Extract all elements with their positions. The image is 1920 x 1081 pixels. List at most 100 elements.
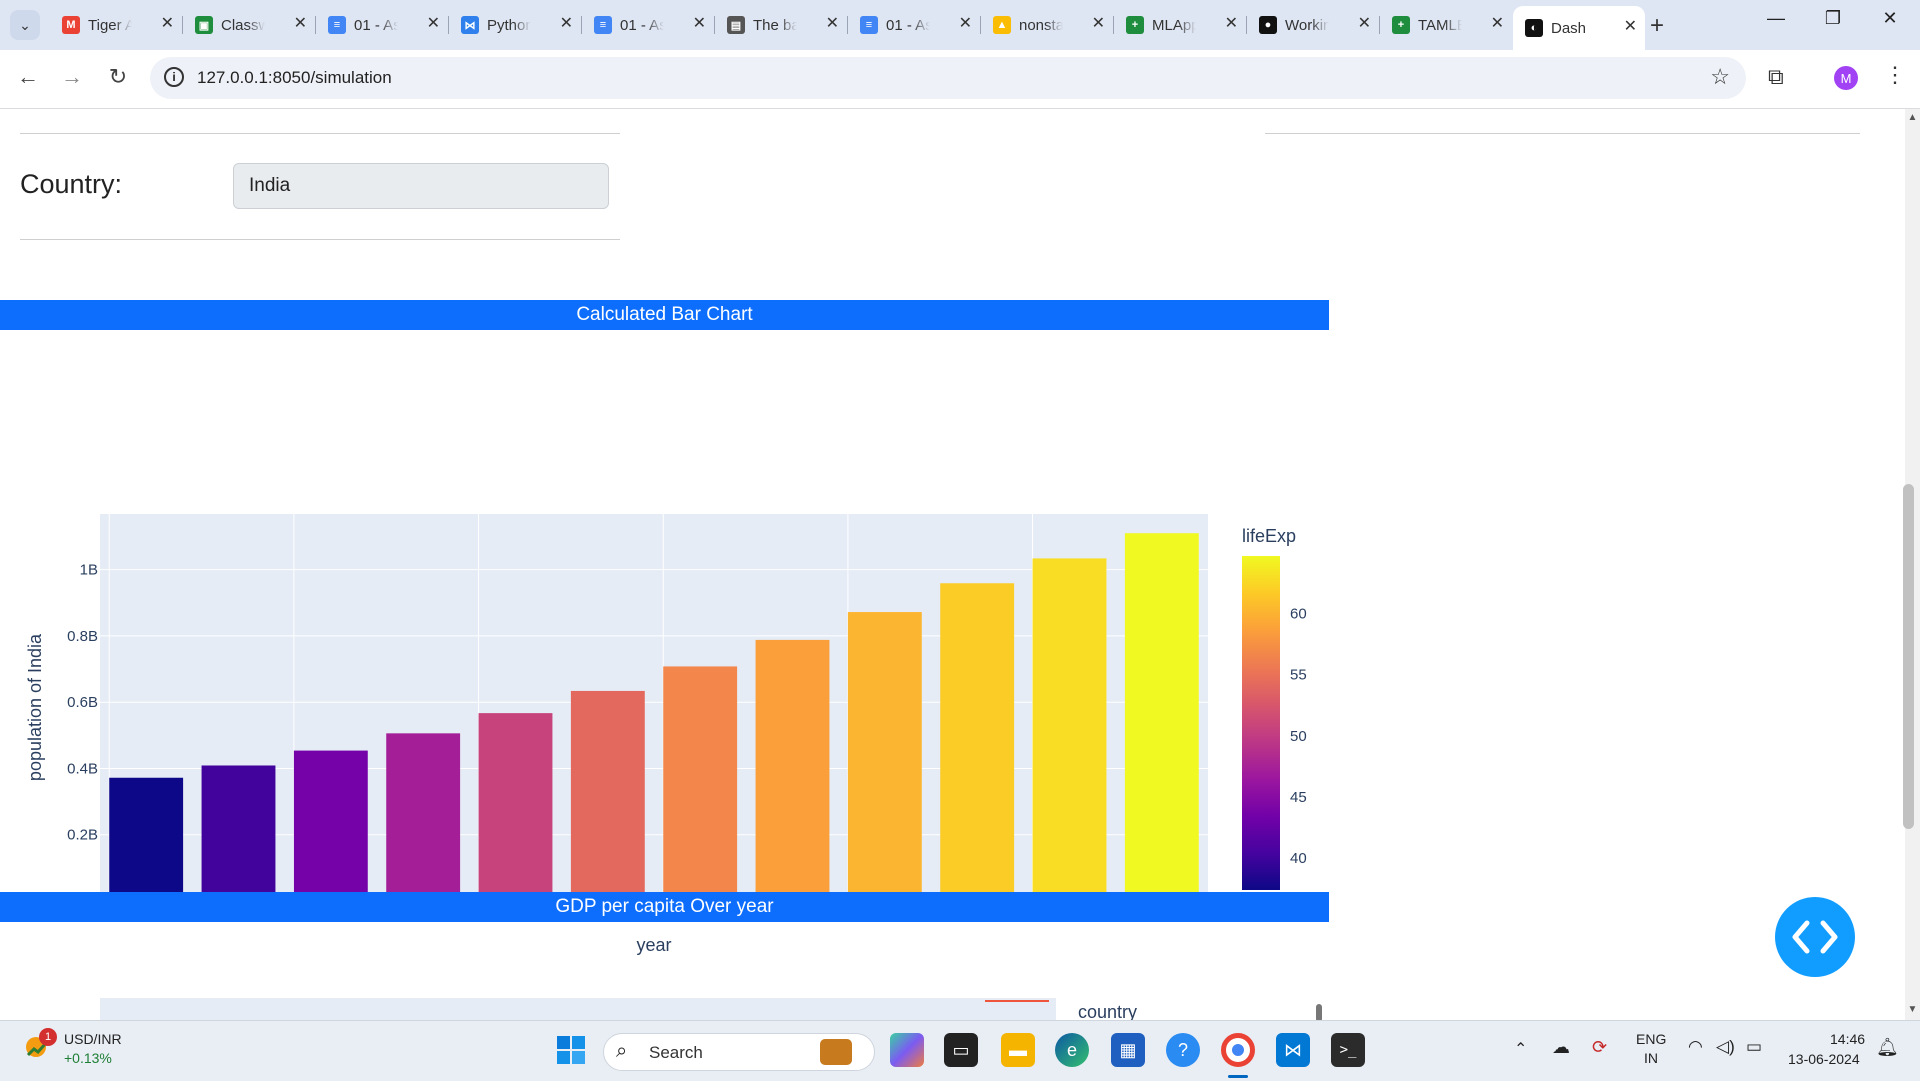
search-icon: ⌕ [616,1040,628,1062]
tab-close-icon[interactable]: ✕ [826,13,839,33]
tab-favicon-icon: ⋈ [461,16,479,34]
language-bottom[interactable]: IN [1644,1050,1658,1066]
tab-title: Tiger A [88,16,132,34]
plus-icon: + [1650,12,1665,39]
tab-close-icon[interactable]: ✕ [693,13,706,33]
tab-close-icon[interactable]: ✕ [1358,13,1371,33]
bar [109,777,184,901]
browser-tab[interactable]: ▣ Classw ✕ [183,9,315,41]
clock-time[interactable]: 14:46 [1830,1031,1865,1047]
browser-tab[interactable]: M Tiger A ✕ [50,9,182,41]
colorbar-tick-label: 45 [1290,789,1307,806]
clock-date[interactable]: 13-06-2024 [1788,1051,1860,1067]
dash-debug-button[interactable] [1775,897,1855,977]
country-input[interactable] [233,163,609,209]
scroll-down-arrow[interactable]: ▼ [1905,1004,1920,1015]
task-view-icon[interactable]: ▭ [944,1033,978,1067]
tab-separator [980,16,981,34]
terminal-icon[interactable]: >_ [1331,1033,1365,1067]
tab-search-button[interactable]: ⌄ [10,10,40,40]
tab-title: Python [487,16,531,34]
notifications-bell-icon[interactable]: 🔔︎ [1876,1037,1899,1058]
bar [1032,558,1107,901]
tab-title: Classw [221,16,265,34]
file-explorer-icon[interactable]: ▬ [1001,1033,1035,1067]
bar [755,639,830,901]
browser-tab[interactable]: + TAMLE ✕ [1380,9,1512,41]
browser-tab[interactable]: ⋈ Python ✕ [449,9,581,41]
help-icon[interactable]: ? [1166,1033,1200,1067]
bookmark-star-icon[interactable]: ☆ [1710,64,1730,90]
language-top[interactable]: ENG [1636,1031,1666,1047]
tab-close-icon[interactable]: ✕ [427,13,440,33]
show-hidden-icons-icon[interactable]: ⌃ [1514,1039,1527,1059]
tab-favicon-icon: ▲ [993,16,1011,34]
sync-icon[interactable]: ⟳ [1592,1037,1607,1058]
tab-close-icon[interactable]: ✕ [959,13,972,33]
close-window-button[interactable]: ✕ [1870,8,1910,29]
widgets-button[interactable]: 1 USD/INR +0.13% [22,1028,122,1066]
ticker-label: USD/INR [64,1031,122,1047]
tab-close-icon[interactable]: ✕ [1225,13,1238,33]
browser-tab[interactable]: ◐ Dash ✕ [1513,6,1645,50]
restore-button[interactable]: ❐ [1813,8,1853,29]
taskbar-search[interactable]: ⌕ Search [603,1033,875,1071]
tab-favicon-icon: M [62,16,80,34]
colorbar-title: lifeExp [1242,526,1296,546]
ticker-change: +0.13% [64,1050,112,1066]
volume-icon[interactable]: ◁) [1716,1037,1735,1057]
address-bar[interactable]: i 127.0.0.1:8050/simulation ☆ [150,57,1746,99]
browser-tab[interactable]: + MLApp ✕ [1114,9,1246,41]
start-button[interactable] [554,1033,588,1067]
tab-close-icon[interactable]: ✕ [294,13,307,33]
country-label: Country: [20,169,123,199]
store-icon[interactable]: ▦ [1111,1033,1145,1067]
browser-tab[interactable]: ▲ nonsta ✕ [981,9,1113,41]
vscode-icon[interactable]: ⋈ [1276,1033,1310,1067]
new-tab-button[interactable]: + [1650,12,1664,40]
tab-separator [581,16,582,34]
bar [940,583,1015,901]
browser-tab[interactable]: ≡ 01 - As ✕ [582,9,714,41]
tab-separator [448,16,449,34]
bar [293,750,368,901]
browser-tab[interactable]: ▤ The ba ✕ [715,9,847,41]
tab-favicon-icon: + [1392,16,1410,34]
chrome-center-icon [1230,1042,1246,1058]
tab-close-icon[interactable]: ✕ [1092,13,1105,33]
extensions-icon[interactable]: ⧉ [1768,64,1784,90]
colorbar [1242,556,1280,890]
forward-button[interactable]: → [57,64,87,90]
wifi-icon[interactable]: ◠ [1688,1037,1703,1057]
browser-menu-icon[interactable]: ⋮ [1884,62,1906,88]
chrome-icon[interactable] [1221,1033,1255,1067]
browser-tab[interactable]: ● Workin ✕ [1247,9,1379,41]
reload-button[interactable]: ↻ [103,64,133,90]
site-info-icon[interactable]: i [164,67,184,87]
tab-close-icon[interactable]: ✕ [161,13,174,33]
page-scrollbar-thumb[interactable] [1903,484,1914,829]
back-button[interactable]: ← [13,64,43,90]
copilot-icon[interactable] [890,1033,924,1067]
search-label: Search [649,1043,703,1062]
tab-close-icon[interactable]: ✕ [1491,13,1504,33]
scroll-up-arrow[interactable]: ▲ [1905,112,1920,123]
bar [663,666,738,901]
tab-title: 01 - As [354,16,398,34]
edge-icon[interactable]: e [1055,1033,1089,1067]
x-axis-title: year [636,935,671,955]
tab-close-icon[interactable]: ✕ [1624,16,1637,36]
onedrive-icon[interactable]: ☁ [1552,1037,1570,1058]
divider [20,239,620,240]
browser-tab[interactable]: ≡ 01 - As ✕ [848,9,980,41]
profile-avatar[interactable]: M [1834,66,1858,90]
arrow-right-icon: → [61,64,83,89]
tab-favicon-icon: + [1126,16,1144,34]
minimize-button[interactable]: — [1756,8,1796,29]
tab-title: The ba [753,16,797,34]
tab-close-icon[interactable]: ✕ [560,13,573,33]
browser-tab[interactable]: ≡ 01 - As ✕ [316,9,448,41]
battery-icon[interactable]: ▭ [1746,1037,1762,1057]
tab-favicon-icon: ▤ [727,16,745,34]
dash-page: Country: Calculated Bar Chart 00.2B0.4B0… [0,109,1905,1020]
